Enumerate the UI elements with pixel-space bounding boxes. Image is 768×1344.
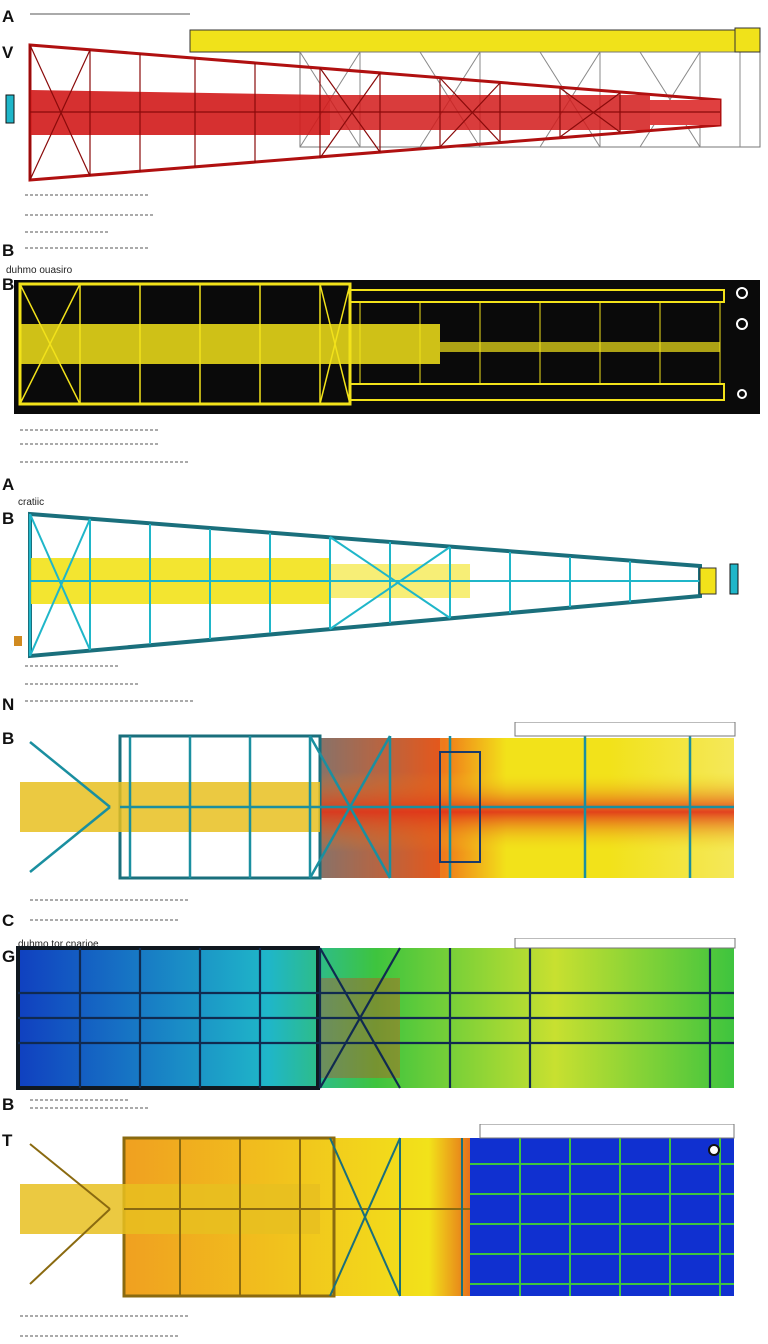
panel-5: duhmo tor cnarioe G B (0, 938, 768, 1114)
panel-2-truss-diagram (14, 280, 760, 463)
panel-4: B C (0, 722, 768, 932)
panel-5-letter-bottom: B (2, 1095, 15, 1114)
panel-6-field-diagram (20, 1124, 735, 1337)
panel-6: T (0, 1124, 768, 1344)
panel-1-truss-diagram (5, 13, 761, 249)
panel-3-letter-bottom: N (2, 695, 15, 714)
panel-1: A V B (0, 0, 768, 260)
panel-2-letter-bottom: A (2, 475, 15, 494)
panel-3-truss-diagram (14, 511, 739, 702)
panel-3: cratiic B N (0, 496, 768, 713)
panel-4-heat-field-diagram (20, 722, 736, 921)
panel-2: B duhmo ouasiro A (0, 262, 768, 493)
panel-1-letter-bottom: B (2, 241, 15, 260)
panel-5-field-diagram (16, 938, 736, 1109)
panel-4-letter-bottom: C (2, 911, 15, 930)
